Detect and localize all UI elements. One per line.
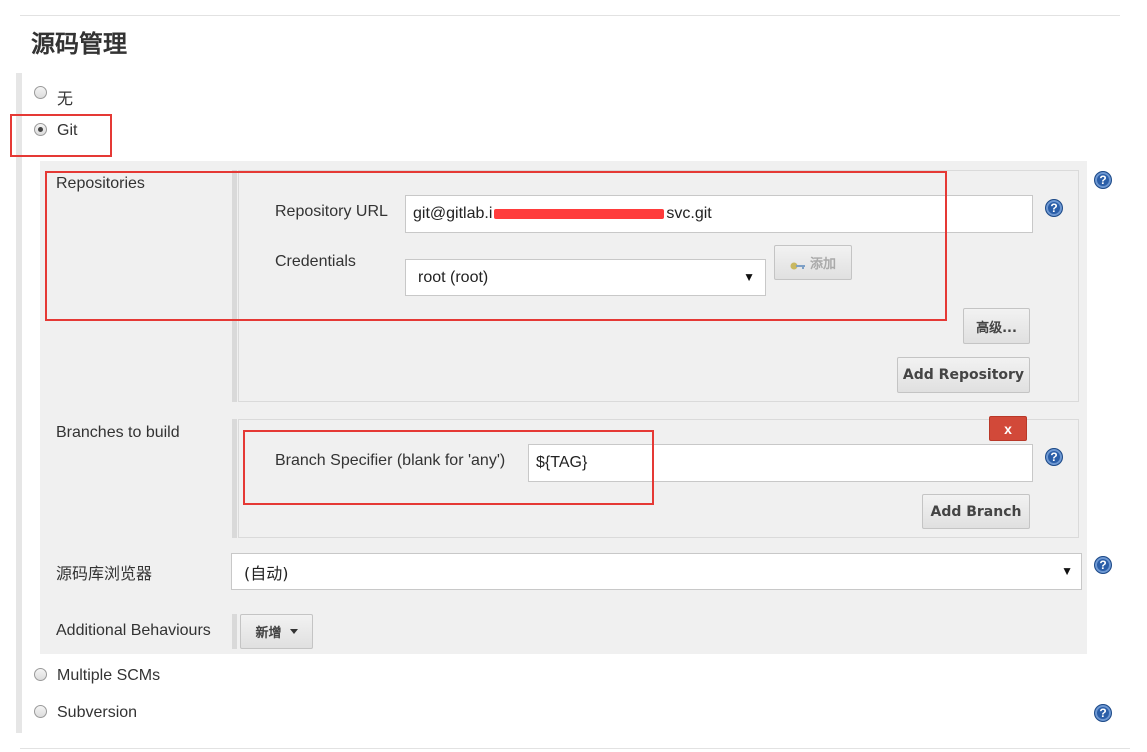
repository-browser-select[interactable]: (自动) ▼ [231, 553, 1082, 590]
help-icon[interactable]: ? [1094, 556, 1112, 574]
branches-bar [232, 419, 237, 538]
behaviours-bar [232, 614, 237, 649]
radio-multiple-scms[interactable] [34, 668, 47, 681]
branches-label: Branches to build [56, 424, 180, 441]
chevron-down-icon: ▼ [1061, 564, 1073, 578]
help-icon[interactable]: ? [1094, 704, 1112, 722]
chevron-down-icon [289, 629, 298, 634]
add-repository-button[interactable]: Add Repository [897, 357, 1030, 393]
add-behaviour-button[interactable]: 新增 [240, 614, 313, 649]
radio-none-label: 无 [57, 89, 74, 108]
highlight-branch-specifier [243, 430, 654, 505]
highlight-git [10, 114, 112, 157]
radio-subversion[interactable] [34, 705, 47, 718]
top-divider [20, 15, 1120, 16]
radio-subversion-label: Subversion [57, 704, 138, 721]
bottom-divider [20, 748, 1130, 749]
delete-branch-button[interactable]: x [989, 416, 1027, 441]
section-left-bar [16, 73, 22, 733]
radio-multiple-scms-label: Multiple SCMs [57, 667, 161, 684]
radio-none[interactable] [34, 86, 47, 99]
help-icon[interactable]: ? [1045, 448, 1063, 466]
repository-browser-label: 源码库浏览器 [56, 564, 153, 583]
repository-browser-value: (自动) [244, 563, 289, 583]
advanced-button[interactable]: 高级... [963, 308, 1030, 344]
help-icon[interactable]: ? [1094, 171, 1112, 189]
section-title: 源码管理 [31, 30, 127, 58]
highlight-repositories [45, 171, 947, 321]
help-icon[interactable]: ? [1045, 199, 1063, 217]
add-behaviour-label: 新增 [255, 626, 282, 641]
add-branch-button[interactable]: Add Branch [922, 494, 1030, 529]
additional-behaviours-label: Additional Behaviours [56, 622, 211, 639]
